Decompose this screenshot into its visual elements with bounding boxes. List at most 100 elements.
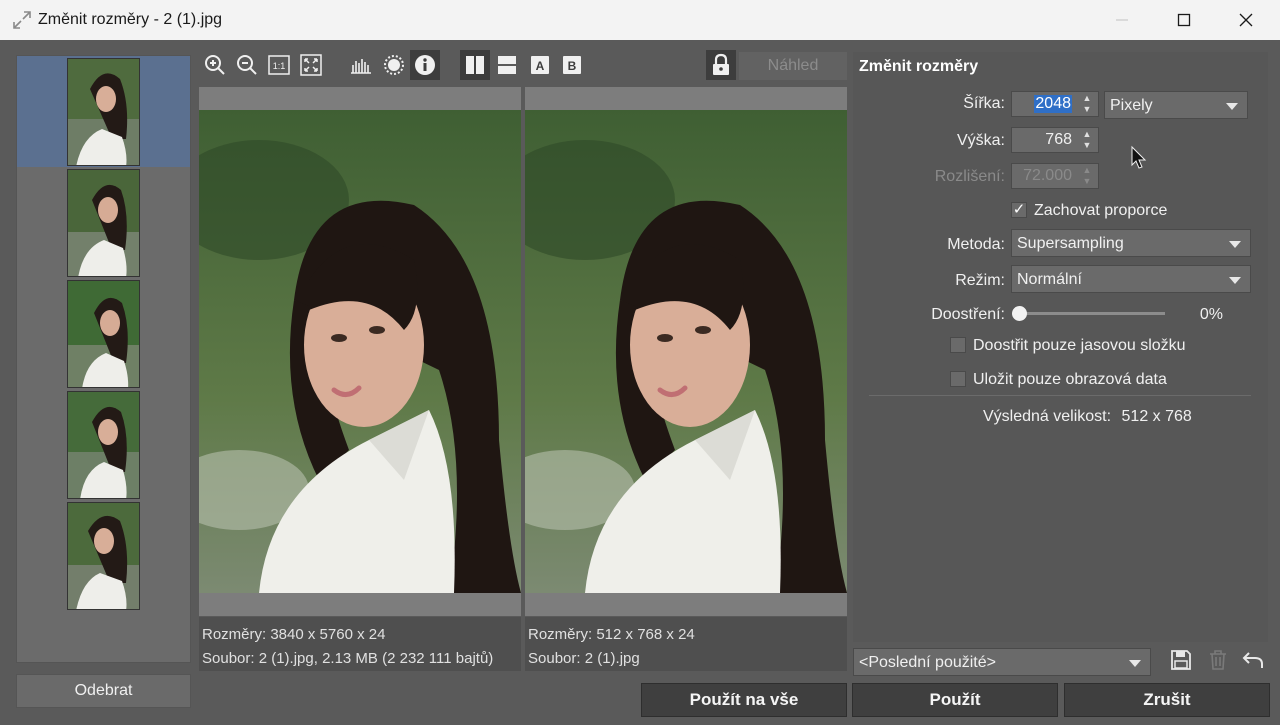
delete-preset-button[interactable]: [1204, 646, 1232, 674]
lock-button[interactable]: [706, 50, 736, 80]
spin-arrows-icon[interactable]: ▲ ▼: [1076, 128, 1098, 152]
trash-icon: [1210, 650, 1226, 670]
preset-dropdown[interactable]: <Poslední použité>: [853, 648, 1151, 676]
resolution-value: 72.000: [1023, 167, 1072, 184]
mouse-cursor-icon: [1131, 145, 1147, 169]
pane-bottom-bar: [525, 593, 847, 616]
view-a-icon: A: [531, 56, 549, 74]
result-size-label: Výsledná velikost:: [983, 408, 1112, 425]
sharpen-label: Doostření:: [931, 306, 1005, 323]
luma-only-label: Doostřit pouze jasovou složku: [973, 337, 1186, 354]
zoom-out-button[interactable]: [232, 50, 262, 80]
mode-value: Normální: [1017, 271, 1082, 288]
method-value: Supersampling: [1017, 235, 1124, 252]
split-vertical-button[interactable]: [460, 50, 490, 80]
zoom-out-icon: [237, 55, 257, 75]
thumbnail-item[interactable]: [17, 167, 190, 278]
thumbnail-list: [16, 55, 191, 663]
thumbnail-image: [67, 58, 140, 166]
view-b-button[interactable]: B: [557, 50, 587, 80]
height-value: 768: [1045, 131, 1072, 148]
method-label: Metoda:: [947, 236, 1005, 253]
save-preset-button[interactable]: [1167, 646, 1195, 674]
remove-button[interactable]: Odebrat: [16, 674, 191, 708]
title-bar: Změnit rozměry - 2 (1).jpg: [0, 0, 1280, 40]
zoom-in-button[interactable]: [200, 50, 230, 80]
maximize-button[interactable]: [1153, 0, 1215, 40]
zoom-in-icon: [205, 55, 225, 75]
actual-size-button[interactable]: 1:1: [264, 50, 294, 80]
divider: [869, 395, 1251, 396]
thumbnail-item[interactable]: [17, 278, 190, 389]
result-image[interactable]: [525, 110, 847, 593]
reset-button[interactable]: [1239, 646, 1267, 674]
lock-icon: [713, 53, 729, 75]
cancel-button[interactable]: Zrušit: [1064, 683, 1270, 717]
chevron-down-icon: [1226, 103, 1238, 110]
close-button[interactable]: [1215, 0, 1277, 40]
pane-top-bar: [199, 87, 521, 110]
split-vertical-icon: [466, 56, 484, 74]
fit-screen-button[interactable]: [296, 50, 326, 80]
result-dimensions: Rozměry: 512 x 768 x 24: [528, 626, 695, 643]
width-spinbox[interactable]: 2048 ▲ ▼: [1011, 91, 1099, 117]
spin-arrows-icon[interactable]: ▲ ▼: [1076, 92, 1098, 116]
apply-all-button[interactable]: Použít na vše: [641, 683, 847, 717]
undo-icon: [1242, 652, 1263, 668]
original-info: Rozměry: 3840 x 5760 x 24 Soubor: 2 (1).…: [199, 617, 521, 671]
resolution-spinbox: 72.000 ▲ ▼: [1011, 163, 1099, 189]
height-spinbox[interactable]: 768 ▲ ▼: [1011, 127, 1099, 153]
thumbnail-item[interactable]: [17, 500, 190, 611]
view-b-label: B: [568, 59, 577, 73]
sharpen-slider-thumb[interactable]: [1012, 306, 1027, 321]
width-label: Šířka:: [963, 95, 1005, 112]
sharpen-slider-track[interactable]: [1019, 312, 1165, 315]
actual-size-label: 1:1: [273, 61, 286, 71]
maximize-icon: [1177, 13, 1191, 27]
split-horizontal-button[interactable]: [492, 50, 522, 80]
exposure-button[interactable]: [379, 50, 409, 80]
exposure-icon: [384, 55, 404, 75]
result-preview-pane: Rozměry: 512 x 768 x 24 Soubor: 2 (1).jp…: [525, 87, 847, 671]
image-data-only-label: Uložit pouze obrazová data: [973, 371, 1167, 388]
close-icon: [1239, 13, 1253, 27]
result-info: Rozměry: 512 x 768 x 24 Soubor: 2 (1).jp…: [525, 617, 847, 671]
result-size: Výsledná velikost: 512 x 768: [983, 408, 1192, 426]
view-a-button[interactable]: A: [525, 50, 555, 80]
fit-screen-icon: [300, 54, 322, 76]
histogram-icon: [351, 59, 371, 74]
keep-ratio-checkbox[interactable]: ✓: [1011, 202, 1027, 218]
height-label: Výška:: [956, 132, 1005, 149]
thumbnail-item[interactable]: [17, 389, 190, 500]
chevron-down-icon: [1129, 660, 1141, 667]
original-dimensions: Rozměry: 3840 x 5760 x 24: [202, 626, 386, 643]
info-button[interactable]: [410, 50, 440, 80]
method-dropdown[interactable]: Supersampling: [1011, 229, 1251, 257]
apply-button[interactable]: Použít: [852, 683, 1058, 717]
mode-label: Režim:: [955, 272, 1005, 289]
histogram-button[interactable]: [346, 50, 376, 80]
original-image[interactable]: [199, 110, 521, 593]
chevron-down-icon: [1229, 277, 1241, 284]
minimize-icon: [1116, 19, 1128, 21]
resize-dialog: Změnit rozměry - 2 (1).jpg Odebrat 1:1 A…: [0, 0, 1280, 725]
luma-only-checkbox[interactable]: [950, 337, 966, 353]
mode-dropdown[interactable]: Normální: [1011, 265, 1251, 293]
view-b-icon: B: [563, 56, 581, 74]
resize-app-icon: [13, 11, 31, 29]
unit-value: Pixely: [1110, 97, 1153, 114]
minimize-button[interactable]: [1091, 0, 1153, 40]
thumbnail-image: [67, 280, 140, 388]
thumbnail-item[interactable]: [17, 56, 190, 167]
preset-value: <Poslední použité>: [859, 654, 996, 671]
original-file: Soubor: 2 (1).jpg, 2.13 MB (2 232 111 ba…: [202, 650, 494, 667]
image-data-only-checkbox[interactable]: [950, 371, 966, 387]
view-a-label: A: [536, 59, 545, 73]
preview-button[interactable]: Náhled: [739, 52, 847, 80]
spin-arrows-icon: ▲ ▼: [1082, 165, 1092, 186]
unit-dropdown[interactable]: Pixely: [1104, 91, 1248, 119]
actual-size-icon: 1:1: [268, 55, 290, 75]
resolution-label: Rozlišení:: [934, 168, 1005, 185]
info-icon: [415, 55, 435, 75]
sharpen-value: 0%: [1199, 306, 1223, 323]
